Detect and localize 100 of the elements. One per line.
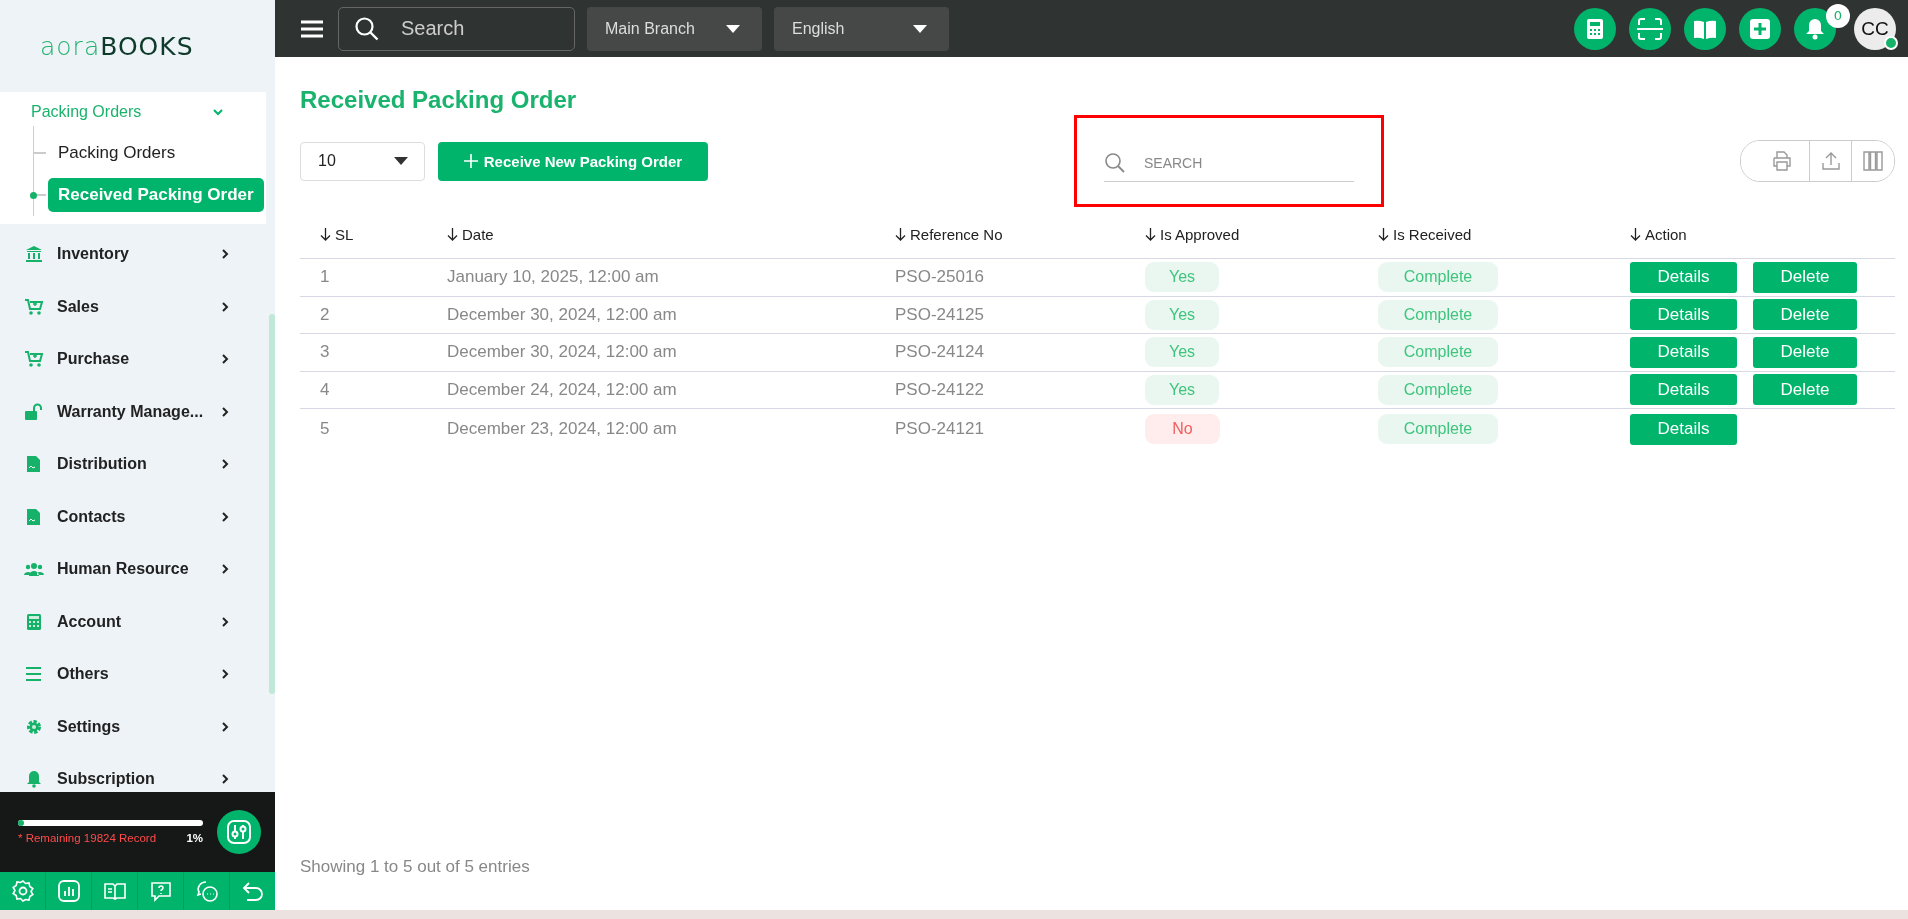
list-icon xyxy=(24,665,44,684)
logo: aoraBOOKS xyxy=(40,31,194,61)
chevron-icon xyxy=(221,300,229,313)
received-status: Complete xyxy=(1378,262,1498,293)
search-icon xyxy=(1104,152,1126,174)
page-title: Received Packing Order xyxy=(300,86,578,114)
remaining-records-text: * Remaining 19824 Record xyxy=(18,832,157,844)
back-arrow-icon xyxy=(240,879,265,903)
tree-branch-line xyxy=(34,194,46,196)
printer-icon xyxy=(1772,151,1792,171)
cart-icon xyxy=(24,350,44,369)
caret-icon xyxy=(394,157,408,165)
sidebar-item[interactable]: Subscription xyxy=(0,753,265,792)
sidebar-subitem[interactable]: Packing Orders xyxy=(48,136,186,170)
bank-icon xyxy=(24,245,44,264)
table-cell: 1 xyxy=(320,267,330,287)
bell-icon xyxy=(1805,17,1825,40)
language-dropdown[interactable]: English xyxy=(774,6,949,51)
received-status: Complete xyxy=(1378,414,1498,444)
chevron-icon xyxy=(221,248,229,261)
column-header[interactable]: SL xyxy=(335,226,354,243)
chat-icon xyxy=(194,879,219,903)
approval-status: No xyxy=(1145,414,1220,444)
column-header[interactable]: Action xyxy=(1645,226,1687,243)
sort-arrow-icon[interactable] xyxy=(447,228,458,241)
column-header[interactable]: Is Received xyxy=(1393,226,1472,243)
columns-button[interactable] xyxy=(1851,141,1894,181)
column-header[interactable]: Is Approved xyxy=(1160,226,1240,243)
menu-icon xyxy=(301,19,323,38)
add-button[interactable] xyxy=(1739,7,1781,50)
chevron-icon xyxy=(221,563,229,576)
scrollbar[interactable] xyxy=(269,314,275,694)
table-cell: December 23, 2024, 12:00 am xyxy=(447,419,677,438)
calculator-icon xyxy=(1587,18,1603,39)
search-icon xyxy=(354,15,380,42)
sidebar-item[interactable]: Warranty Manage... xyxy=(0,385,265,438)
padlock-icon xyxy=(24,402,44,421)
sort-arrow-icon[interactable] xyxy=(1630,228,1641,241)
received-status: Complete xyxy=(1378,337,1498,368)
table-cell: January 10, 2025, 12:00 am xyxy=(447,267,659,287)
calculator-button[interactable] xyxy=(1574,7,1616,50)
received-status: Complete xyxy=(1378,299,1498,330)
entries-summary: Showing 1 to 5 out of 5 entries xyxy=(300,857,531,878)
notification-button[interactable] xyxy=(1794,7,1836,50)
plus-icon xyxy=(1750,18,1770,39)
table-cell: PSO-24124 xyxy=(895,342,984,362)
sort-arrow-icon[interactable] xyxy=(1145,228,1156,241)
calculator-icon xyxy=(24,612,44,631)
approval-status: Yes xyxy=(1145,337,1219,368)
caret-icon xyxy=(913,24,927,33)
table-cell: 4 xyxy=(320,379,330,399)
people-icon xyxy=(24,560,44,579)
chevron-icon xyxy=(212,106,224,118)
avatar[interactable]: CC xyxy=(1854,7,1896,50)
gear-icon xyxy=(24,717,44,736)
sidebar-item[interactable]: Human Resource xyxy=(0,543,265,596)
sidebar-item[interactable]: Others xyxy=(0,648,265,701)
sort-arrow-icon[interactable] xyxy=(895,228,906,241)
tree-node-dot xyxy=(30,192,37,199)
sidebar-item[interactable]: Contacts xyxy=(0,490,265,543)
chevron-icon xyxy=(221,353,229,366)
column-header[interactable]: Date xyxy=(462,226,494,243)
help-icon xyxy=(148,879,173,903)
sort-arrow-icon[interactable] xyxy=(320,228,331,241)
chevron-icon xyxy=(221,510,229,523)
sidebar-item[interactable]: Distribution xyxy=(0,438,265,491)
page-size-dropdown[interactable]: 10 xyxy=(300,141,425,181)
sidebar-item[interactable]: Sales xyxy=(0,280,265,333)
menu-button[interactable] xyxy=(301,19,323,38)
table-cell: 2 xyxy=(320,304,330,324)
sidebar-item[interactable]: Inventory xyxy=(0,228,265,281)
usage-percent: 1% xyxy=(186,832,203,844)
caret-icon xyxy=(726,24,740,33)
table-cell: December 30, 2024, 12:00 am xyxy=(447,304,677,324)
table-cell: PSO-24121 xyxy=(895,419,984,438)
bar-chart-icon xyxy=(56,879,81,903)
table-cell: PSO-24125 xyxy=(895,304,984,324)
search-field[interactable]: Search xyxy=(338,6,575,51)
table-cell: 5 xyxy=(320,419,330,438)
book-button[interactable] xyxy=(1684,7,1726,50)
sidebar-item[interactable]: Account xyxy=(0,595,265,648)
notification-count: 0 xyxy=(1826,3,1850,28)
sort-arrow-icon[interactable] xyxy=(1378,228,1389,241)
sliders-button[interactable] xyxy=(217,810,261,854)
sidebar-item[interactable]: Purchase xyxy=(0,333,265,386)
chevron-icon xyxy=(221,615,229,628)
branch-dropdown[interactable]: Main Branch xyxy=(587,6,762,51)
approval-status: Yes xyxy=(1145,299,1219,330)
sidebar-item[interactable]: Settings xyxy=(0,700,265,753)
column-header[interactable]: Reference No xyxy=(910,226,1003,243)
chevron-icon xyxy=(221,720,229,733)
chevron-icon xyxy=(221,458,229,471)
gear-icon xyxy=(10,879,35,903)
table-cell: December 24, 2024, 12:00 am xyxy=(447,379,677,399)
table-cell: PSO-24122 xyxy=(895,379,984,399)
scan-icon xyxy=(1637,16,1663,41)
chevron-icon xyxy=(221,773,229,786)
columns-icon xyxy=(1863,151,1884,171)
scan-button[interactable] xyxy=(1629,7,1671,50)
table-cell: December 30, 2024, 12:00 am xyxy=(447,342,677,362)
